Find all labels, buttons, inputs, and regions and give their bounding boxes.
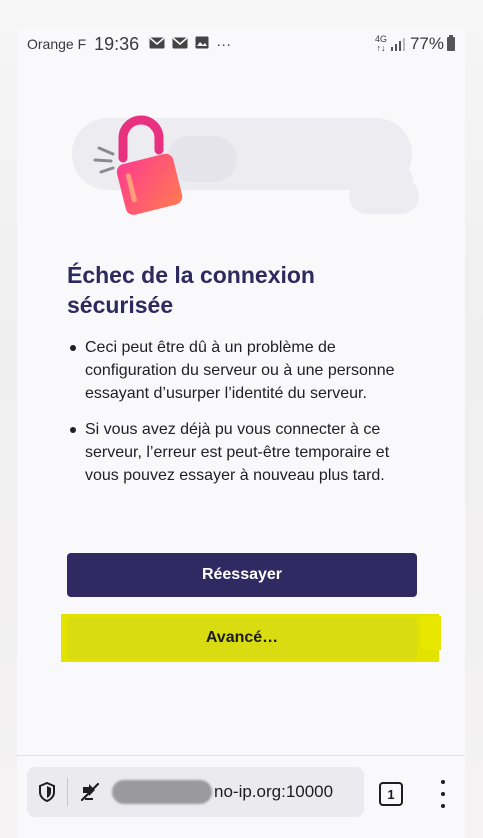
cloud-graphic bbox=[349, 178, 419, 214]
battery-icon bbox=[447, 35, 455, 51]
advanced-button[interactable]: Avancé… bbox=[67, 617, 417, 659]
shield-icon[interactable] bbox=[27, 782, 67, 802]
image-icon bbox=[195, 36, 209, 53]
list-item: Ceci peut être dû à un problème de confi… bbox=[67, 336, 397, 405]
battery-percent: 77% bbox=[409, 34, 444, 53]
signal-icon bbox=[390, 37, 405, 51]
toolbar-divider bbox=[17, 755, 465, 756]
phone-screen: Orange F 19:36 ··· 4G ↑↓ 77% Échec de la… bbox=[17, 28, 465, 838]
list-item: Si vous avez déjà pu vous connecter à ce… bbox=[67, 418, 397, 487]
lock-broken-icon bbox=[93, 115, 183, 215]
network-type: 4G ↑↓ bbox=[374, 34, 387, 53]
highlight-marker bbox=[421, 616, 441, 650]
tracking-off-icon[interactable] bbox=[68, 781, 112, 803]
redacted-domain bbox=[112, 780, 212, 804]
address-bar[interactable]: no-ip.org:10000 bbox=[27, 767, 364, 817]
tabs-counter-button[interactable]: 1 bbox=[379, 782, 403, 806]
menu-dots-icon[interactable] bbox=[435, 780, 451, 808]
mail-icon bbox=[172, 36, 188, 53]
overflow-icon: ··· bbox=[216, 35, 232, 53]
carrier-name: Orange F bbox=[27, 36, 87, 52]
status-bar: Orange F 19:36 ··· 4G ↑↓ 77% bbox=[17, 28, 465, 60]
error-illustration bbox=[17, 88, 465, 238]
retry-button[interactable]: Réessayer bbox=[67, 553, 417, 597]
error-details-list: Ceci peut être dû à un problème de confi… bbox=[67, 336, 397, 500]
page-title: Échec de la connexion sécurisée bbox=[67, 262, 315, 318]
clock: 19:36 bbox=[94, 33, 140, 54]
url-text[interactable]: no-ip.org:10000 bbox=[214, 782, 333, 802]
mail-icon bbox=[149, 36, 165, 53]
